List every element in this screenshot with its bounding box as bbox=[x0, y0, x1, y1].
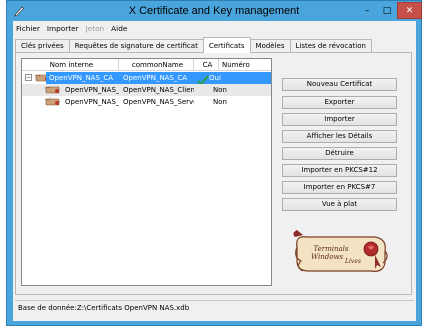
row-name: OpenVPN_NAS_Client bbox=[65, 86, 119, 94]
tab-strip: Clés privées Requêtes de signature de ce… bbox=[15, 37, 372, 53]
delete-button[interactable]: Détruire bbox=[282, 147, 397, 160]
title-bar[interactable]: X Certificate and Key management – □ ✕ bbox=[7, 1, 422, 21]
column-common-name[interactable]: commonName bbox=[119, 59, 194, 71]
menu-jeton[interactable]: Jeton bbox=[86, 24, 105, 33]
row-name: OpenVPN_NAS_Server bbox=[65, 98, 119, 106]
action-buttons: Nouveau Certificat Exporter Importer Aff… bbox=[276, 58, 408, 286]
tab-templates[interactable]: Modèles bbox=[249, 39, 291, 53]
table-row[interactable]: − OpenVPN_NAS_CA OpenVPN_NAS_CA Oui bbox=[22, 72, 271, 86]
import-pkcs7-button[interactable]: Importer en PKCS#7 bbox=[282, 181, 397, 194]
certificate-icon bbox=[44, 98, 60, 106]
column-ca[interactable]: CA bbox=[194, 59, 219, 71]
import-button[interactable]: Importer bbox=[282, 113, 397, 126]
tab-private-keys[interactable]: Clés privées bbox=[15, 39, 70, 53]
logo-text-line1: Terminals bbox=[313, 245, 348, 253]
certificate-icon bbox=[44, 86, 60, 94]
import-pkcs12-button[interactable]: Importer en PKCS#12 bbox=[282, 164, 397, 177]
status-bar: Base de donnée:Z:\Certificats OpenVPN NA… bbox=[15, 300, 414, 316]
tab-revocation-lists[interactable]: Listes de révocation bbox=[289, 39, 372, 53]
row-ca: Non bbox=[213, 86, 227, 94]
menu-aide[interactable]: Aide bbox=[111, 24, 127, 33]
menu-importer[interactable]: Importer bbox=[47, 24, 79, 33]
row-common-name: OpenVPN_NAS_CA bbox=[119, 72, 194, 84]
maximize-button[interactable]: □ bbox=[377, 2, 397, 19]
export-button[interactable]: Exporter bbox=[282, 96, 397, 109]
show-details-button[interactable]: Afficher les Détails bbox=[282, 130, 397, 143]
menu-bar: Fichier Importer Jeton Aide bbox=[13, 21, 416, 35]
row-ca: Non bbox=[213, 98, 227, 106]
app-window: X Certificate and Key management – □ ✕ F… bbox=[6, 0, 422, 326]
scroll-seal-logo: Terminals Windows Lives bbox=[293, 230, 388, 272]
tab-csr[interactable]: Requêtes de signature de certificat bbox=[68, 39, 204, 53]
new-certificate-button[interactable]: Nouveau Certificat bbox=[282, 78, 397, 91]
row-common-name: OpenVPN_NAS_Client bbox=[123, 86, 194, 94]
flat-view-button[interactable]: Vue à plat bbox=[282, 198, 397, 211]
table-row[interactable]: OpenVPN_NAS_Client OpenVPN_NAS_Client No… bbox=[22, 84, 271, 96]
client-area: Fichier Importer Jeton Aide Clés privées… bbox=[13, 21, 416, 321]
row-ca-value: Oui bbox=[209, 72, 229, 84]
logo-text-line2: Windows bbox=[311, 253, 344, 261]
certificates-panel: Nom interne commonName CA Numéro − OpenV… bbox=[15, 52, 412, 295]
close-button[interactable]: ✕ bbox=[397, 2, 422, 19]
tab-certificates[interactable]: Certificats bbox=[202, 37, 251, 53]
menu-fichier[interactable]: Fichier bbox=[16, 24, 40, 33]
column-serial[interactable]: Numéro bbox=[219, 59, 271, 71]
minimize-button[interactable]: – bbox=[357, 2, 377, 19]
row-name: OpenVPN_NAS_CA bbox=[46, 72, 119, 84]
column-internal-name[interactable]: Nom interne bbox=[22, 59, 119, 71]
tree-header: Nom interne commonName CA Numéro bbox=[22, 59, 271, 71]
certificate-tree[interactable]: Nom interne commonName CA Numéro − OpenV… bbox=[21, 58, 272, 286]
logo-text-line3: Lives bbox=[344, 258, 361, 265]
collapse-icon[interactable]: − bbox=[25, 74, 32, 81]
row-common-name: OpenVPN_NAS_Server bbox=[123, 98, 194, 106]
table-row[interactable]: OpenVPN_NAS_Server OpenVPN_NAS_Server No… bbox=[22, 96, 271, 108]
